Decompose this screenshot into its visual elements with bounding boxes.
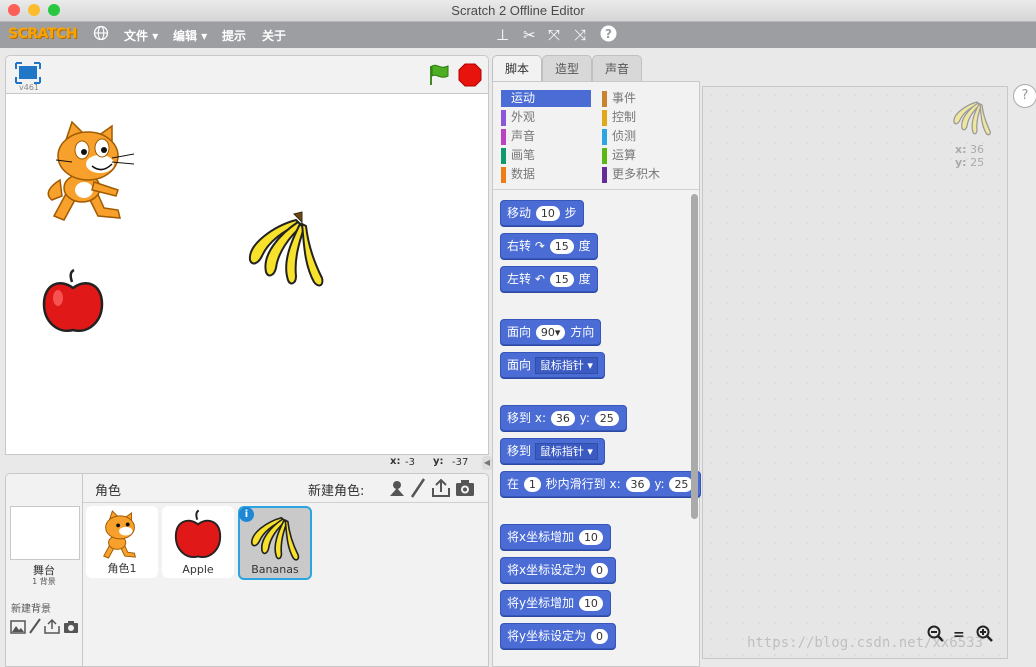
mouse-y-label: y:	[433, 456, 444, 467]
category-more-blocks[interactable]: 更多积木	[602, 166, 660, 183]
script-area[interactable]: x: 36 y: 25 = https://blog.csdn.net/xx65…	[702, 86, 1008, 659]
block-glide[interactable]: 在 1 秒内滑行到 x: 36 y: 25	[500, 471, 702, 497]
block-change-y[interactable]: 将y坐标增加 10	[500, 590, 611, 616]
scratch-logo[interactable]: SCRATCH	[8, 26, 77, 42]
tab-costumes[interactable]: 造型	[542, 55, 592, 82]
apple-sprite[interactable]	[40, 268, 106, 336]
upload-backdrop-icon[interactable]	[44, 618, 60, 637]
menubar: SCRATCH 文件 ▾ 编辑 ▾ 提示 关于 ⊥ ✂ ⤧ ⤨ ?	[0, 22, 1036, 48]
block-point-in-direction[interactable]: 面向 90▾ 方向	[500, 319, 602, 345]
language-globe-icon[interactable]	[93, 25, 109, 45]
block-change-x[interactable]: 将x坐标增加 10	[500, 524, 611, 550]
category-operators[interactable]: 运算	[602, 147, 636, 164]
camera-backdrop-icon[interactable]	[63, 620, 79, 637]
mouse-coordinates: x: -3 y: -37 ◀	[5, 455, 492, 471]
version-label: v461	[19, 83, 40, 92]
category-pen[interactable]: 画笔	[501, 147, 535, 164]
new-sprite-label: 新建角色:	[308, 484, 365, 499]
palette-divider	[493, 189, 699, 190]
banana-thumbnail-icon	[251, 516, 300, 561]
delete-scissors-icon[interactable]: ✂	[523, 26, 536, 44]
rotate-counterclockwise-icon: ↶	[534, 272, 545, 286]
category-events[interactable]: 事件	[602, 90, 636, 107]
upload-sprite-icon[interactable]	[431, 478, 451, 501]
block-move-steps[interactable]: 移动 10 步	[500, 200, 584, 226]
sprite-thumb-bananas-selected[interactable]: i Bananas	[238, 506, 312, 580]
block-help-icon[interactable]: ?	[600, 25, 617, 46]
block-point-towards[interactable]: 面向 鼠标指针 ▾	[500, 352, 605, 378]
stage-column: 舞台 1 背景 新建背景	[6, 474, 83, 666]
stage-thumbnail[interactable]	[10, 506, 80, 560]
shrink-icon[interactable]: ⤨	[574, 26, 586, 44]
category-sensing[interactable]: 侦测	[602, 128, 636, 145]
window-title: Scratch 2 Offline Editor	[451, 3, 585, 18]
block-go-to-xy[interactable]: 移到 x: 36 y: 25	[500, 405, 627, 431]
block-palette: 运动 外观 声音 画笔 数据 事件 控制 侦测 运算 更多积木 移动 10 步 …	[492, 81, 702, 667]
cat-sprite[interactable]	[42, 120, 138, 224]
watermark: https://blog.csdn.net/xx6533	[747, 635, 984, 651]
collapse-stage-arrow-icon[interactable]: ◀	[482, 456, 492, 470]
window-titlebar: Scratch 2 Offline Editor	[0, 0, 1036, 22]
stage-backdrop-count: 1 背景	[32, 577, 56, 586]
block-set-x[interactable]: 将x坐标设定为 0	[500, 557, 616, 583]
mouse-x-label: x:	[390, 456, 401, 467]
tab-sounds[interactable]: 声音	[592, 55, 642, 82]
banana-sprite[interactable]	[244, 210, 328, 290]
sprites-header: 角色 新建角色:	[83, 474, 488, 503]
grow-icon[interactable]: ⤧	[548, 26, 560, 44]
sprite-x-readout: x: 36	[955, 143, 984, 156]
sprite-y-readout: y: 25	[955, 156, 985, 169]
new-backdrop-label: 新建背景	[11, 604, 51, 615]
category-sound[interactable]: 声音	[501, 128, 535, 145]
cat-thumbnail-icon	[103, 510, 137, 559]
help-question-icon[interactable]: ?	[1013, 84, 1036, 108]
rotate-clockwise-icon: ↷	[534, 239, 545, 253]
block-go-to[interactable]: 移到 鼠标指针 ▾	[500, 438, 605, 464]
paint-sprite-brush-icon[interactable]	[410, 478, 426, 501]
duplicate-stamp-icon[interactable]: ⊥	[496, 26, 509, 44]
mouse-x-value: -3	[405, 457, 415, 468]
stage-header: v461	[5, 55, 489, 94]
block-turn-left[interactable]: 左转 ↶ 15 度	[500, 266, 598, 292]
sprite-name: Bananas	[251, 563, 299, 576]
camera-sprite-icon[interactable]	[455, 479, 475, 500]
svg-text:?: ?	[605, 27, 612, 41]
backdrop-library-icon[interactable]	[10, 620, 26, 637]
sprite-pane: 舞台 1 背景 新建背景 角色 新建角色: 角色1 Apple i Banana…	[5, 473, 489, 667]
about-menu[interactable]: 关于	[262, 27, 286, 44]
paint-backdrop-brush-icon[interactable]	[28, 618, 42, 637]
sprite-name: 角色1	[107, 562, 137, 575]
apple-thumbnail-icon	[174, 509, 222, 558]
green-flag-icon[interactable]	[427, 63, 451, 90]
category-data[interactable]: 数据	[501, 166, 535, 183]
block-turn-right[interactable]: 右转 ↷ 15 度	[500, 233, 598, 259]
file-menu[interactable]: 文件 ▾	[124, 27, 158, 44]
sprite-library-icon[interactable]	[387, 478, 407, 501]
sprite-thumb-cat[interactable]: 角色1	[86, 506, 158, 578]
tips-menu[interactable]: 提示	[222, 27, 246, 44]
category-motion[interactable]: 运动	[501, 90, 591, 107]
palette-scrollbar[interactable]	[691, 194, 698, 519]
category-control[interactable]: 控制	[602, 109, 636, 126]
stage-canvas[interactable]	[5, 93, 489, 455]
edit-menu[interactable]: 编辑 ▾	[173, 27, 207, 44]
current-sprite-banana-icon	[953, 101, 991, 136]
sprite-thumb-apple[interactable]: Apple	[162, 506, 234, 578]
tab-scripts[interactable]: 脚本	[492, 55, 542, 82]
category-looks[interactable]: 外观	[501, 109, 535, 126]
mouse-y-value: -37	[452, 457, 469, 468]
stop-sign-icon[interactable]	[458, 63, 482, 90]
block-set-y[interactable]: 将y坐标设定为 0	[500, 623, 616, 649]
sprite-name: Apple	[182, 563, 214, 576]
sprites-title: 角色	[95, 484, 122, 499]
